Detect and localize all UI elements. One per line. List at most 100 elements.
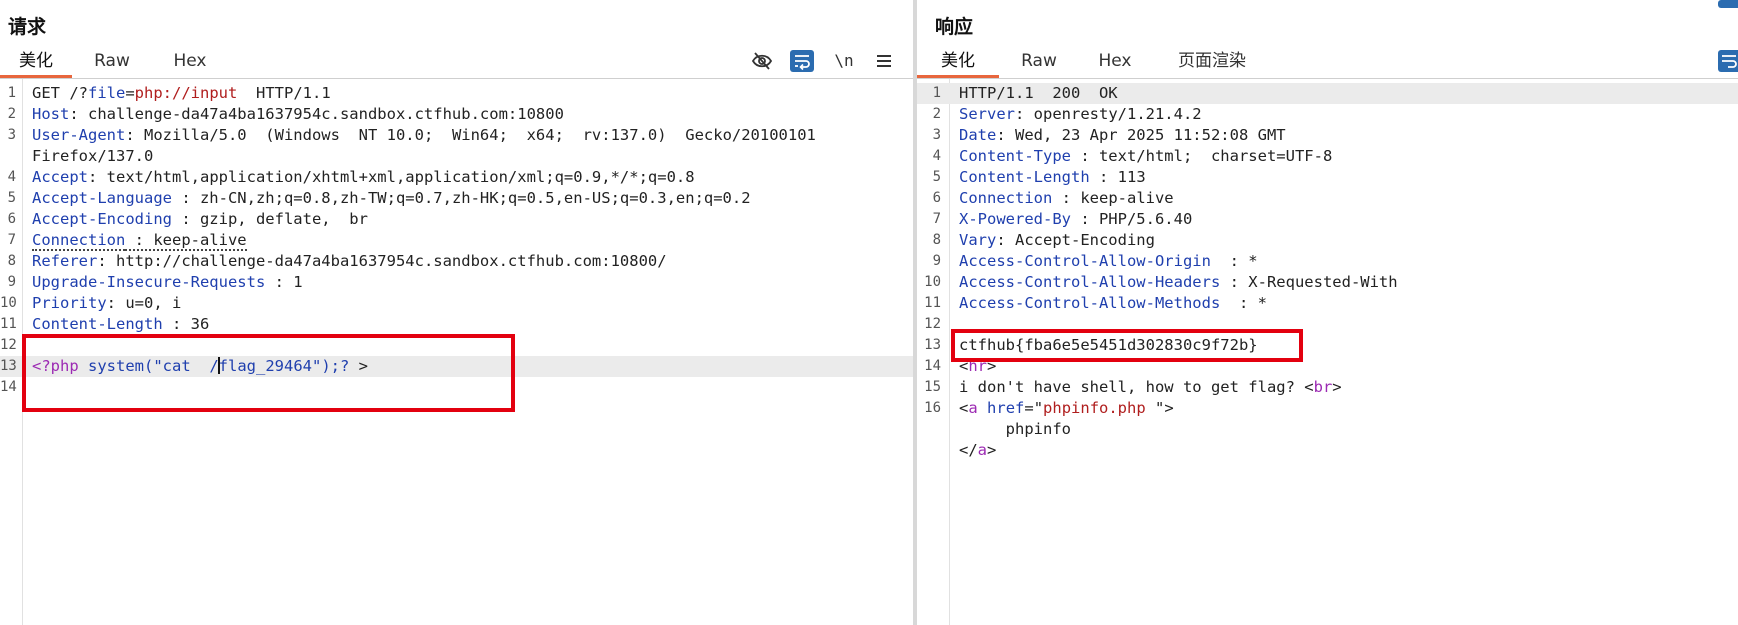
- response-line[interactable]: 5 Content-Length : 113: [917, 167, 1738, 188]
- word-wrap-icon[interactable]: [1718, 50, 1738, 72]
- response-line[interactable]: phpinfo: [917, 419, 1738, 440]
- response-line[interactable]: 8 Vary: Accept-Encoding: [917, 230, 1738, 251]
- response-line[interactable]: 11 Access-Control-Allow-Methods : *: [917, 293, 1738, 314]
- line-number: 8: [932, 232, 941, 248]
- line-number: 3: [7, 127, 16, 143]
- line-number: 6: [7, 211, 16, 227]
- response-line[interactable]: 6 Connection : keep-alive: [917, 188, 1738, 209]
- response-line-text: Date: Wed, 23 Apr 2025 11:52:08 GMT: [959, 125, 1286, 146]
- code-token: Host: [32, 105, 70, 123]
- eye-slash-icon[interactable]: [750, 50, 774, 72]
- request-line[interactable]: 10 Priority: u=0, i: [0, 293, 913, 314]
- flag-highlight: [951, 329, 1303, 362]
- response-line[interactable]: 7 X-Powered-By : PHP/5.6.40: [917, 209, 1738, 230]
- request-tab-raw[interactable]: Raw: [82, 51, 142, 78]
- request-tab-hex[interactable]: Hex: [160, 51, 220, 78]
- request-line[interactable]: 5 Accept-Language : zh-CN,zh;q=0.8,zh-TW;…: [0, 188, 913, 209]
- code-token: </: [959, 441, 978, 459]
- response-line[interactable]: 9 Access-Control-Allow-Origin : *: [917, 251, 1738, 272]
- response-tab-raw[interactable]: Raw: [1009, 51, 1069, 78]
- request-line-text: GET /?file=php://input HTTP/1.1: [32, 83, 331, 104]
- code-token: : text/html; charset=UTF-8: [1070, 147, 1333, 165]
- request-line-text: Accept-Language : zh-CN,zh;q=0.8,zh-TW;q…: [32, 188, 751, 209]
- response-line[interactable]: </a>: [917, 440, 1738, 461]
- response-line-text: Content-Type : text/html; charset=UTF-8: [959, 146, 1332, 167]
- response-corner-button[interactable]: [1718, 0, 1738, 8]
- code-token: : Accept-Encoding: [996, 231, 1155, 249]
- response-tabbar: 美化 Raw Hex 页面渲染: [917, 44, 1738, 79]
- code-token: file: [88, 84, 126, 102]
- code-token: ">: [1145, 399, 1174, 417]
- hamburger-icon[interactable]: [872, 50, 896, 72]
- line-number: 11: [924, 295, 941, 311]
- code-token: Content-Type: [959, 147, 1071, 165]
- eye-slash-icon-svg: [751, 52, 773, 70]
- code-token: <: [959, 399, 969, 417]
- response-line[interactable]: 4 Content-Type : text/html; charset=UTF-8: [917, 146, 1738, 167]
- response-line-text: Connection : keep-alive: [959, 188, 1174, 209]
- hamburger-icon-svg: [877, 55, 891, 67]
- response-line[interactable]: 16 <a href="phpinfo.php ">: [917, 398, 1738, 419]
- response-tab-hex[interactable]: Hex: [1085, 51, 1145, 78]
- response-title: 响应: [935, 16, 974, 38]
- response-line[interactable]: 10 Access-Control-Allow-Headers : X-Reque…: [917, 272, 1738, 293]
- line-number: 2: [932, 106, 941, 122]
- code-token: Connection: [959, 189, 1053, 207]
- code-token: : openresty/1.21.4.2: [1015, 105, 1202, 123]
- request-tab-pretty[interactable]: 美化: [0, 51, 72, 78]
- response-line-text: <a href="phpinfo.php ">: [959, 398, 1174, 419]
- response-code[interactable]: 1 HTTP/1.1 200 OK 2 Server: openresty/1.21.…: [917, 83, 1738, 461]
- request-line[interactable]: 8 Referer: http://challenge-da47a4ba16379…: [0, 251, 913, 272]
- request-line[interactable]: 2 Host: challenge-da47a4ba1637954c.sandbo…: [0, 104, 913, 125]
- code-token: Accept-Language: [32, 189, 172, 207]
- request-line[interactable]: 1 GET /?file=php://input HTTP/1.1: [0, 83, 913, 104]
- response-line[interactable]: 1 HTTP/1.1 200 OK: [917, 83, 1738, 104]
- word-wrap-icon[interactable]: [790, 50, 814, 72]
- response-line-text: HTTP/1.1 200 OK: [959, 83, 1118, 104]
- request-line[interactable]: 11 Content-Length : 36: [0, 314, 913, 335]
- line-number: 5: [7, 190, 16, 206]
- request-line[interactable]: 6 Accept-Encoding : gzip, deflate, br: [0, 209, 913, 230]
- line-number: 6: [932, 190, 941, 206]
- request-line[interactable]: 3 User-Agent: Mozilla/5.0 (Windows NT 10.…: [0, 125, 913, 146]
- code-token: User-Agent: [32, 126, 126, 144]
- response-pane: 响应 美化 Raw Hex 页面渲染 1 HTTP/1.1 200 OK 2 Serv…: [917, 0, 1738, 625]
- request-line[interactable]: 4 Accept: text/html,application/xhtml+xml…: [0, 167, 913, 188]
- request-line[interactable]: Firefox/137.0: [0, 146, 913, 167]
- response-line-text: Access-Control-Allow-Origin : *: [959, 251, 1258, 272]
- code-token: =: [125, 84, 135, 102]
- newline-toggle-button[interactable]: \n: [832, 50, 856, 72]
- code-token: : keep-alive: [125, 231, 247, 251]
- request-line-text: User-Agent: Mozilla/5.0 (Windows NT 10.0…: [32, 125, 816, 146]
- code-token: phpinfo: [959, 420, 1071, 438]
- code-token: : zh-CN,zh;q=0.8,zh-TW;q=0.7,zh-HK;q=0.5…: [171, 189, 751, 207]
- code-token: : X-Requested-With: [1220, 273, 1398, 291]
- request-line-text: Upgrade-Insecure-Requests : 1: [32, 272, 303, 293]
- request-line[interactable]: 7 Connection : keep-alive: [0, 230, 913, 251]
- code-token: Upgrade-Insecure-Requests: [32, 273, 266, 291]
- response-tab-pretty[interactable]: 美化: [917, 51, 999, 78]
- request-line[interactable]: 9 Upgrade-Insecure-Requests : 1: [0, 272, 913, 293]
- response-line[interactable]: 2 Server: openresty/1.21.4.2: [917, 104, 1738, 125]
- line-number: 5: [932, 169, 941, 185]
- response-line[interactable]: 15 i don't have shell, how to get flag? <…: [917, 377, 1738, 398]
- code-token: : u=0, i: [106, 294, 182, 312]
- line-number: 12: [924, 316, 941, 332]
- code-token: Firefox/137.0: [32, 147, 154, 165]
- request-pane: 请求 美化 Raw Hex \n 1 GET /?file=php://input…: [0, 0, 913, 625]
- request-line-text: Content-Length : 36: [32, 314, 209, 335]
- code-token: Accept-Encoding: [32, 210, 172, 228]
- code-token: Access-Control-Allow-Headers: [959, 273, 1221, 291]
- code-token: GET /?: [32, 84, 88, 102]
- request-line-text: Accept: text/html,application/xhtml+xml,…: [32, 167, 695, 188]
- line-number: 15: [924, 379, 941, 395]
- code-token: Accept: [32, 168, 88, 186]
- request-line-text: Connection : keep-alive: [32, 230, 247, 251]
- request-line-text: Host: challenge-da47a4ba1637954c.sandbox…: [32, 104, 564, 125]
- response-line[interactable]: 3 Date: Wed, 23 Apr 2025 11:52:08 GMT: [917, 125, 1738, 146]
- line-number: 3: [932, 127, 941, 143]
- line-number: 1: [932, 85, 941, 101]
- code-token: : 36: [162, 315, 210, 333]
- response-tab-render[interactable]: 页面渲染: [1167, 51, 1257, 78]
